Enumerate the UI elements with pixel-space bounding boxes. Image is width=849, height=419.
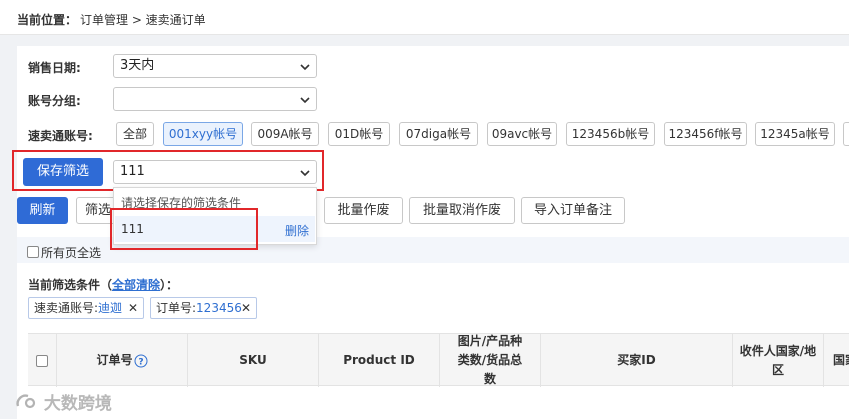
breadcrumb[interactable]: 订单管理 > 速卖通订单 <box>80 11 206 28</box>
close-icon[interactable]: ✕ <box>128 298 138 318</box>
clear-all-link[interactable]: 全部清除 <box>112 278 160 292</box>
highlight-box-dropdown-option <box>110 208 258 250</box>
filter-tag: 订单号:123456 ✕ <box>150 297 257 319</box>
watermark-logo: 大数跨境 <box>14 389 112 414</box>
account-button[interactable]: 009A帐号 <box>251 122 319 146</box>
delete-link[interactable]: 删除 <box>285 222 309 239</box>
account-button[interactable]: 123456f帐号 <box>664 122 747 146</box>
account-button[interactable]: 07diga帐号 <box>399 122 478 146</box>
column-header[interactable]: 买家ID <box>541 334 733 387</box>
account-group-label: 账号分组: <box>28 94 81 108</box>
breadcrumb-bar: 当前位置： 订单管理 > 速卖通订单 <box>0 0 849 35</box>
filter-tag-key: 速卖通账号: <box>34 301 99 315</box>
watermark-text: 大数跨境 <box>43 394 112 414</box>
table-header: 订单号 ? SKU Product ID 图片/产品种类数/货品总数 买家ID … <box>28 333 849 387</box>
sales-date-label: 销售日期: <box>28 61 81 75</box>
account-button-all[interactable]: 全部 <box>116 122 154 146</box>
column-header[interactable]: 国家 <box>824 334 849 387</box>
save-filter-button[interactable]: 保存筛选 <box>23 158 103 186</box>
filter-tag-value: 123456 <box>196 301 242 315</box>
account-button[interactable]: 001xyy帐号 <box>163 122 243 146</box>
header-checkbox-cell <box>28 334 57 387</box>
header-checkbox[interactable] <box>36 354 48 367</box>
account-button-overflow[interactable] <box>843 122 849 146</box>
select-all-checkbox[interactable] <box>27 246 39 258</box>
breadcrumb-prefix: 当前位置： <box>17 13 78 27</box>
help-icon[interactable]: ? <box>134 354 148 368</box>
column-header[interactable]: 收件人国家/地区 <box>733 334 824 387</box>
account-group-select[interactable] <box>113 87 317 111</box>
saved-filter-select[interactable]: 111 <box>113 160 317 184</box>
refresh-button[interactable]: 刷新 <box>17 197 68 224</box>
account-button[interactable]: 123456b帐号 <box>566 122 655 146</box>
batch-void-button[interactable]: 批量作废 <box>324 197 403 224</box>
svg-text:?: ? <box>138 357 143 367</box>
sales-date-value: 3天内 <box>120 58 155 73</box>
chevron-down-icon <box>300 97 310 104</box>
accounts-label: 速卖通账号: <box>28 129 93 143</box>
filter-tag-value: 迪迦 <box>98 301 123 315</box>
batch-unvoid-button[interactable]: 批量取消作废 <box>409 197 515 224</box>
current-filters-title: 当前筛选条件（全部清除）： <box>28 276 178 293</box>
chevron-down-icon <box>300 64 310 71</box>
column-header[interactable]: SKU <box>188 334 319 387</box>
account-button[interactable]: 12345a帐号 <box>755 122 835 146</box>
logo-icon <box>16 394 36 409</box>
import-notes-button[interactable]: 导入订单备注 <box>521 197 625 224</box>
current-filters-suffix: ）： <box>160 278 179 292</box>
column-header[interactable]: 图片/产品种类数/货品总数 <box>440 334 541 387</box>
column-header[interactable]: Product ID <box>319 334 440 387</box>
select-all-label: 所有页全选 <box>41 246 102 260</box>
close-icon[interactable]: ✕ <box>241 298 251 318</box>
account-button[interactable]: 01D帐号 <box>328 122 390 146</box>
account-button[interactable]: 09avc帐号 <box>487 122 557 146</box>
column-header[interactable]: 订单号 ? <box>57 334 188 387</box>
filter-tag: 速卖通账号:迪迦 ✕ <box>28 297 144 319</box>
column-header-label: 订单号 <box>96 353 133 367</box>
saved-filter-value: 111 <box>120 164 145 179</box>
current-filters-prefix: 当前筛选条件（ <box>28 278 113 292</box>
chevron-down-icon <box>300 170 310 177</box>
sales-date-select[interactable]: 3天内 <box>113 54 317 78</box>
filter-tag-key: 订单号: <box>156 301 197 315</box>
